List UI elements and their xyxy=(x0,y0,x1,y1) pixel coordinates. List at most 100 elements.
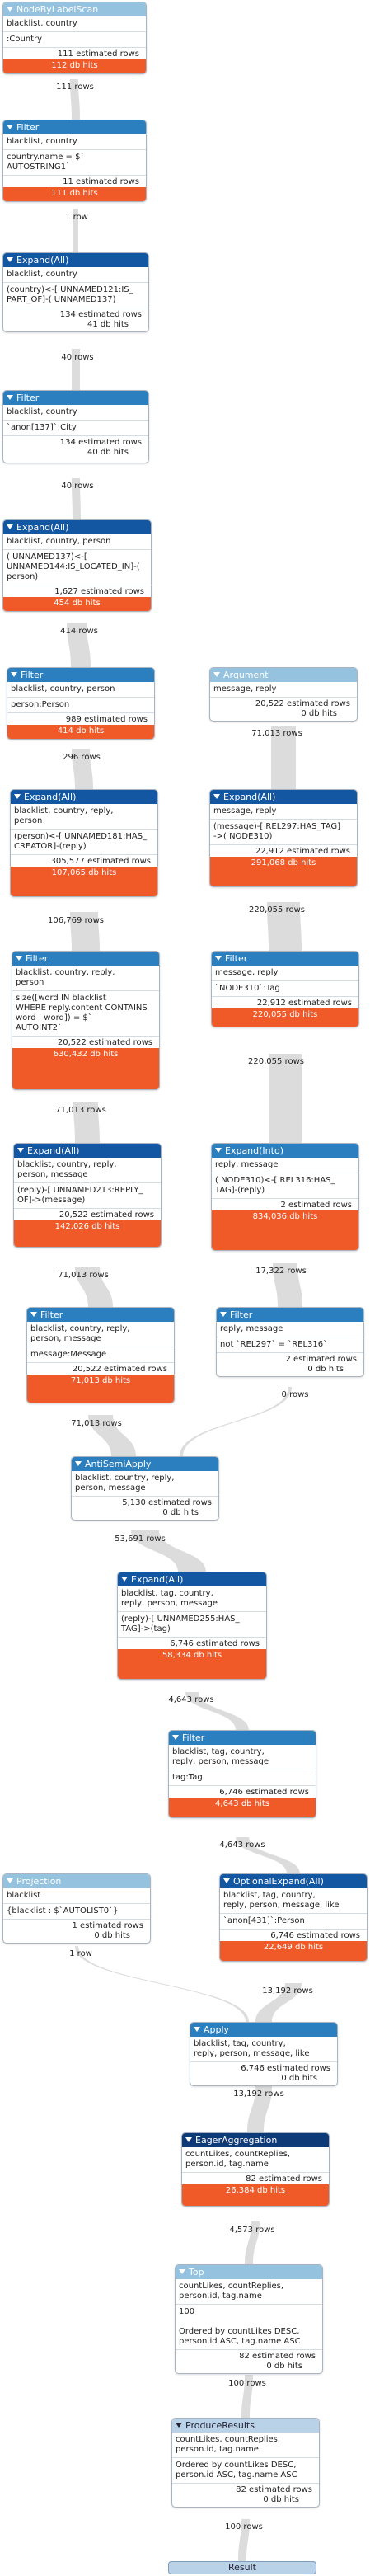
operator-header: Expand(All) xyxy=(11,790,157,804)
estimated-rows: 22,912 estimated rows xyxy=(256,999,352,1008)
estimated-rows: 1 estimated rows xyxy=(72,1921,143,1930)
operator-header: ProduceResults xyxy=(172,2419,319,2433)
operator-optional-expand-all[interactable]: OptionalExpand(All) blacklist, tag, coun… xyxy=(219,1873,368,1962)
estimated-rows: 2 estimated rows xyxy=(280,1201,352,1210)
operator-expand-all[interactable]: Expand(All) message, reply (message)-[ R… xyxy=(209,789,358,887)
operator-expand-all[interactable]: Expand(All) blacklist, country, reply, p… xyxy=(10,789,158,897)
operator-expand-all[interactable]: Expand(All) blacklist, country, reply, p… xyxy=(13,1143,162,1248)
operator-detail: country.name = $` AUTOSTRING1` xyxy=(3,150,146,176)
estimated-rows: 1,627 estimated rows xyxy=(54,587,144,596)
operator-header: Argument xyxy=(210,668,357,682)
row-count-label: 17,322 rows xyxy=(255,1267,307,1276)
row-count-label: 111 rows xyxy=(56,82,94,92)
operator-identifiers: blacklist, tag, country, reply, person, … xyxy=(118,1586,266,1612)
estimated-rows: 5,130 estimated rows xyxy=(122,1498,212,1507)
operator-identifiers: blacklist, country, reply, person xyxy=(11,804,157,830)
db-hits: 291,068 db hits xyxy=(210,857,357,886)
db-hits: 834,036 db hits xyxy=(212,1210,358,1250)
collapse-icon xyxy=(172,1735,179,1740)
operator-filter[interactable]: Filter reply, message not `REL297` = `RE… xyxy=(216,1307,364,1377)
operator-filter[interactable]: Filter blacklist, tag, country, reply, p… xyxy=(168,1730,316,1818)
operator-filter[interactable]: Filter blacklist, country `anon[137]`:Ci… xyxy=(2,390,149,463)
db-hits: 22,649 db hits xyxy=(220,1941,367,1961)
operator-detail: tag:Tag xyxy=(169,1770,316,1786)
db-hits: 0 db hits xyxy=(94,1931,130,1940)
operator-expand-all[interactable]: Expand(All) blacklist, country (country)… xyxy=(2,252,149,332)
operator-expand-into[interactable]: Expand(Into) reply, message ( NODE310)<-… xyxy=(211,1143,359,1251)
operator-filter[interactable]: Filter blacklist, country, reply, person… xyxy=(26,1307,175,1403)
operator-detail: (country)<-[ UNNAMED121:IS_ PART_OF]-( U… xyxy=(3,283,148,308)
operator-expand-all[interactable]: Expand(All) blacklist, tag, country, rep… xyxy=(117,1572,267,1680)
db-hits: 454 db hits xyxy=(3,597,151,611)
db-hits: 0 db hits xyxy=(162,1508,199,1517)
operator-expand-all[interactable]: Expand(All) blacklist, country, person (… xyxy=(2,519,152,612)
operator-identifiers: countLikes, countReplies, person.id, tag… xyxy=(172,2433,319,2458)
collapse-icon xyxy=(215,1148,222,1153)
operator-projection[interactable]: Projection blacklist {blacklist : $`AUTO… xyxy=(2,1873,151,1944)
operator-identifiers: blacklist, country, reply, person, messa… xyxy=(27,1322,174,1347)
operator-filter[interactable]: Filter message, reply `NODE310`:Tag 22,9… xyxy=(211,951,359,1027)
estimated-rows: 134 estimated rows xyxy=(59,310,142,319)
result-node[interactable]: Result xyxy=(168,2561,316,2574)
collapse-icon xyxy=(7,7,13,12)
collapse-icon xyxy=(7,395,13,400)
operator-header: Filter xyxy=(12,952,159,966)
operator-detail: person:Person xyxy=(7,698,154,713)
collapse-icon xyxy=(185,2137,192,2142)
db-hits: 0 db hits xyxy=(266,2362,302,2371)
operator-filter[interactable]: Filter blacklist, country, person person… xyxy=(7,667,155,740)
row-count-label: 53,691 rows xyxy=(115,1535,166,1544)
db-hits: 142,026 db hits xyxy=(14,1220,161,1247)
operator-apply[interactable]: Apply blacklist, tag, country, reply, pe… xyxy=(190,2022,338,2086)
row-count-label: 220,055 rows xyxy=(249,905,305,914)
estimated-rows: 22,912 estimated rows xyxy=(255,847,350,856)
operator-detail: 100 Ordered by countLikes DESC, person.i… xyxy=(176,2305,322,2350)
operator-node-by-label-scan[interactable]: NodeByLabelScan blacklist, country :Coun… xyxy=(2,2,147,74)
row-count-label: 71,013 rows xyxy=(71,1419,122,1428)
operator-top[interactable]: Top countLikes, countReplies, person.id,… xyxy=(175,2264,323,2374)
row-count-label: 40 rows xyxy=(61,353,94,362)
collapse-icon xyxy=(215,956,222,961)
operator-identifiers: message, reply xyxy=(212,966,358,981)
collapse-icon xyxy=(14,794,21,799)
operator-detail: `NODE310`:Tag xyxy=(212,981,358,997)
row-count-label: 4,643 rows xyxy=(168,1695,214,1704)
collapse-icon xyxy=(213,794,220,799)
operator-header: Apply xyxy=(190,2023,337,2037)
operator-header: Expand(All) xyxy=(210,790,357,804)
operator-identifiers: blacklist, country, person xyxy=(3,534,151,550)
operator-header: Expand(Into) xyxy=(212,1144,358,1158)
operator-header: EagerAggregation xyxy=(182,2133,329,2147)
collapse-icon xyxy=(176,2423,182,2428)
operator-header: AntiSemiApply xyxy=(72,1457,218,1471)
collapse-icon xyxy=(17,1148,24,1153)
operator-detail: :Country xyxy=(3,32,146,48)
estimated-rows: 989 estimated rows xyxy=(65,715,148,724)
row-count-label: 0 rows xyxy=(281,1390,309,1399)
estimated-rows: 20,522 estimated rows xyxy=(72,1365,167,1374)
collapse-icon xyxy=(223,1878,230,1883)
operator-header: Filter xyxy=(27,1308,174,1322)
operator-filter[interactable]: Filter blacklist, country country.name =… xyxy=(2,120,147,202)
operator-identifiers: reply, message xyxy=(212,1158,358,1173)
operator-header: Filter xyxy=(217,1308,363,1322)
operator-identifiers: blacklist, country xyxy=(3,134,146,150)
db-hits: 0 db hits xyxy=(307,1365,344,1374)
db-hits: 26,384 db hits xyxy=(182,2184,329,2206)
operator-identifiers: countLikes, countReplies, person.id, tag… xyxy=(176,2279,322,2305)
operator-filter[interactable]: Filter blacklist, country, reply, person… xyxy=(12,951,160,1090)
row-count-label: 414 rows xyxy=(60,627,98,636)
row-count-label: 220,055 rows xyxy=(248,1057,304,1066)
operator-produce-results[interactable]: ProduceResults countLikes, countReplies,… xyxy=(171,2418,320,2508)
operator-anti-semi-apply[interactable]: AntiSemiApply blacklist, country, reply,… xyxy=(71,1456,219,1521)
estimated-rows: 82 estimated rows xyxy=(236,2485,312,2494)
operator-detail: message:Message xyxy=(27,1347,174,1363)
row-count-label: 71,013 rows xyxy=(55,1106,106,1115)
operator-argument[interactable]: Argument message, reply 20,522 estimated… xyxy=(209,667,358,722)
operator-eager-aggregation[interactable]: EagerAggregation countLikes, countReplie… xyxy=(181,2132,330,2207)
db-hits: 112 db hits xyxy=(3,59,146,73)
operator-header: Top xyxy=(176,2265,322,2279)
operator-identifiers: countLikes, countReplies, person.id, tag… xyxy=(182,2147,329,2173)
operator-detail: Ordered by countLikes DESC, person.id AS… xyxy=(172,2458,319,2484)
estimated-rows: 20,522 estimated rows xyxy=(59,1210,154,1220)
